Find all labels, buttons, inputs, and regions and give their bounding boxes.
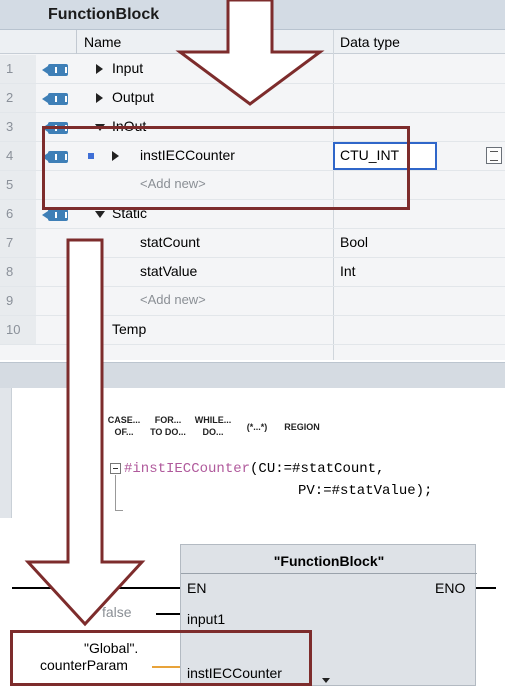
down-arrow-icon (24, 238, 146, 627)
annotation-arrows (24, 0, 325, 627)
down-arrow-icon (175, 0, 325, 106)
